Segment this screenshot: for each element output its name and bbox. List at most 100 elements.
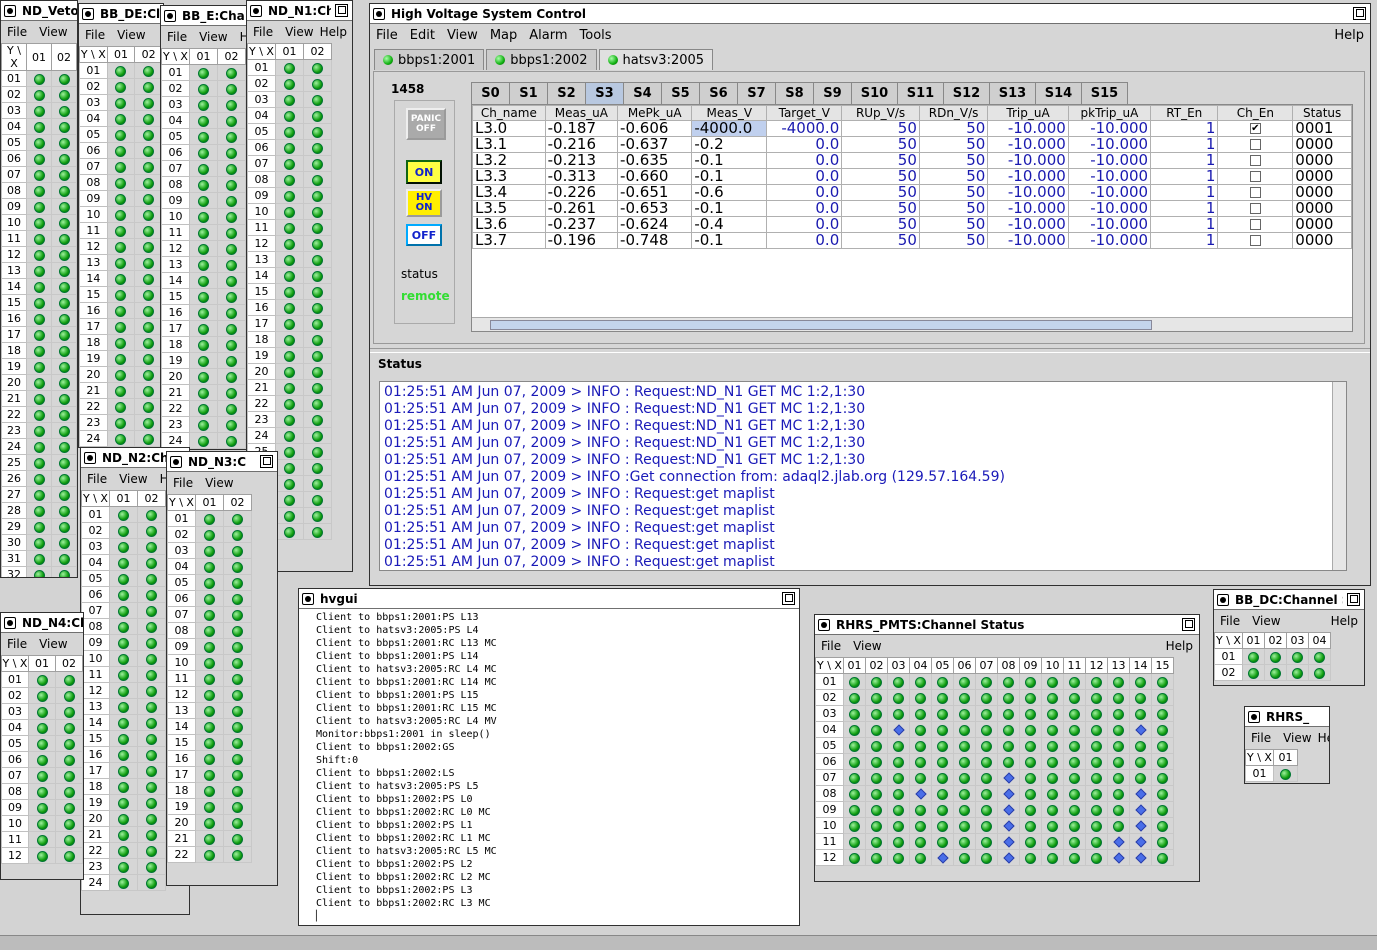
- ok-led-icon[interactable]: [981, 852, 992, 864]
- ok-led-icon[interactable]: [118, 733, 129, 745]
- ok-led-icon[interactable]: [849, 772, 860, 784]
- channel-cell[interactable]: [275, 283, 304, 300]
- channel-cell[interactable]: [887, 689, 910, 706]
- ok-led-icon[interactable]: [226, 115, 237, 127]
- ok-led-icon[interactable]: [1047, 820, 1058, 832]
- ok-led-icon[interactable]: [1157, 756, 1168, 768]
- ok-led-icon[interactable]: [1091, 692, 1102, 704]
- channel-cell[interactable]: [134, 110, 163, 127]
- channel-cell[interactable]: [1151, 721, 1174, 738]
- ok-led-icon[interactable]: [1047, 740, 1058, 752]
- ok-led-icon[interactable]: [312, 350, 323, 362]
- ok-led-icon[interactable]: [58, 457, 70, 469]
- channel-cell[interactable]: [865, 721, 888, 738]
- channel-cell[interactable]: [275, 491, 304, 508]
- channel-cell[interactable]: [195, 574, 224, 591]
- ok-led-icon[interactable]: [204, 737, 215, 749]
- ok-led-icon[interactable]: [118, 605, 129, 617]
- ok-led-icon[interactable]: [1091, 772, 1102, 784]
- channel-cell[interactable]: [28, 831, 56, 848]
- channel-cell[interactable]: [1041, 801, 1064, 818]
- ok-led-icon[interactable]: [232, 657, 243, 669]
- channel-cell[interactable]: [217, 352, 246, 369]
- channel-cell[interactable]: [137, 842, 166, 859]
- channel-cell[interactable]: [843, 737, 866, 754]
- ok-led-icon[interactable]: [226, 323, 237, 335]
- channel-cell[interactable]: [1019, 849, 1042, 866]
- ok-led-icon[interactable]: [204, 529, 215, 541]
- channel-cell[interactable]: [195, 542, 224, 559]
- channel-cell[interactable]: [275, 315, 304, 332]
- ok-led-icon[interactable]: [204, 545, 215, 557]
- channel-cell[interactable]: [1151, 689, 1174, 706]
- channel-cell[interactable]: [134, 350, 163, 367]
- ok-led-icon[interactable]: [58, 553, 70, 565]
- ok-led-icon[interactable]: [915, 692, 926, 704]
- ok-led-icon[interactable]: [226, 419, 237, 431]
- tab-slot-s0[interactable]: S0: [471, 82, 510, 104]
- channel-cell[interactable]: [134, 302, 163, 319]
- channel-enable-cell[interactable]: [1217, 136, 1294, 153]
- channel-cell[interactable]: [51, 454, 77, 471]
- ok-led-icon[interactable]: [1135, 772, 1146, 784]
- channel-cell[interactable]: [843, 673, 866, 690]
- ok-led-icon[interactable]: [204, 577, 215, 589]
- channel-cell[interactable]: [137, 634, 166, 651]
- ok-led-icon[interactable]: [1025, 724, 1036, 736]
- channel-cell[interactable]: [51, 422, 77, 439]
- ok-led-icon[interactable]: [146, 861, 157, 873]
- channel-cell[interactable]: [1286, 648, 1309, 665]
- channel-cell[interactable]: [134, 430, 163, 447]
- ok-led-icon[interactable]: [1047, 692, 1058, 704]
- ok-led-icon[interactable]: [871, 724, 882, 736]
- ok-led-icon[interactable]: [226, 67, 237, 79]
- ok-led-icon[interactable]: [959, 724, 970, 736]
- ok-led-icon[interactable]: [36, 674, 48, 686]
- maximize-icon[interactable]: [260, 455, 273, 468]
- channel-cell[interactable]: [909, 737, 932, 754]
- channel-cell[interactable]: [51, 534, 77, 551]
- channel-cell[interactable]: [26, 326, 52, 343]
- vertical-scrollbar[interactable]: [1332, 382, 1346, 570]
- ok-led-icon[interactable]: [58, 441, 70, 453]
- ok-led-icon[interactable]: [1003, 724, 1014, 736]
- channel-cell[interactable]: [134, 414, 163, 431]
- ok-led-icon[interactable]: [312, 190, 323, 202]
- ok-led-icon[interactable]: [915, 756, 926, 768]
- channel-cell[interactable]: [303, 299, 332, 316]
- ok-led-icon[interactable]: [849, 724, 860, 736]
- ok-led-icon[interactable]: [118, 845, 129, 857]
- channel-cell[interactable]: [217, 224, 246, 241]
- ok-led-icon[interactable]: [849, 820, 860, 832]
- ok-led-icon[interactable]: [63, 834, 75, 846]
- ok-led-icon[interactable]: [849, 804, 860, 816]
- channel-cell[interactable]: [1063, 721, 1086, 738]
- channel-cell[interactable]: [106, 366, 136, 383]
- channel-cell[interactable]: [1041, 689, 1064, 706]
- ok-led-icon[interactable]: [146, 653, 157, 665]
- channel-cell[interactable]: [189, 176, 218, 193]
- ok-led-icon[interactable]: [1047, 804, 1058, 816]
- channel-cell[interactable]: [195, 686, 224, 703]
- ok-led-icon[interactable]: [58, 489, 70, 501]
- ok-led-icon[interactable]: [226, 99, 237, 111]
- ok-led-icon[interactable]: [58, 361, 70, 373]
- ok-led-icon[interactable]: [63, 850, 75, 862]
- ok-led-icon[interactable]: [143, 353, 155, 365]
- ok-led-icon[interactable]: [58, 217, 70, 229]
- channel-cell[interactable]: [109, 538, 138, 555]
- channel-cell[interactable]: [189, 160, 218, 177]
- channel-cell[interactable]: [137, 618, 166, 635]
- ok-led-icon[interactable]: [1069, 852, 1080, 864]
- channel-cell[interactable]: [26, 214, 52, 231]
- menu-item-view[interactable]: View: [853, 639, 881, 653]
- channel-cell[interactable]: [275, 267, 304, 284]
- channel-cell[interactable]: [26, 390, 52, 407]
- ok-led-icon[interactable]: [63, 690, 75, 702]
- ok-led-icon[interactable]: [1069, 724, 1080, 736]
- ok-led-icon[interactable]: [1157, 708, 1168, 720]
- tab-slot-s1[interactable]: S1: [509, 82, 548, 104]
- channel-cell[interactable]: [134, 398, 163, 415]
- channel-cell[interactable]: [26, 102, 52, 119]
- window-menu-icon[interactable]: [170, 455, 182, 468]
